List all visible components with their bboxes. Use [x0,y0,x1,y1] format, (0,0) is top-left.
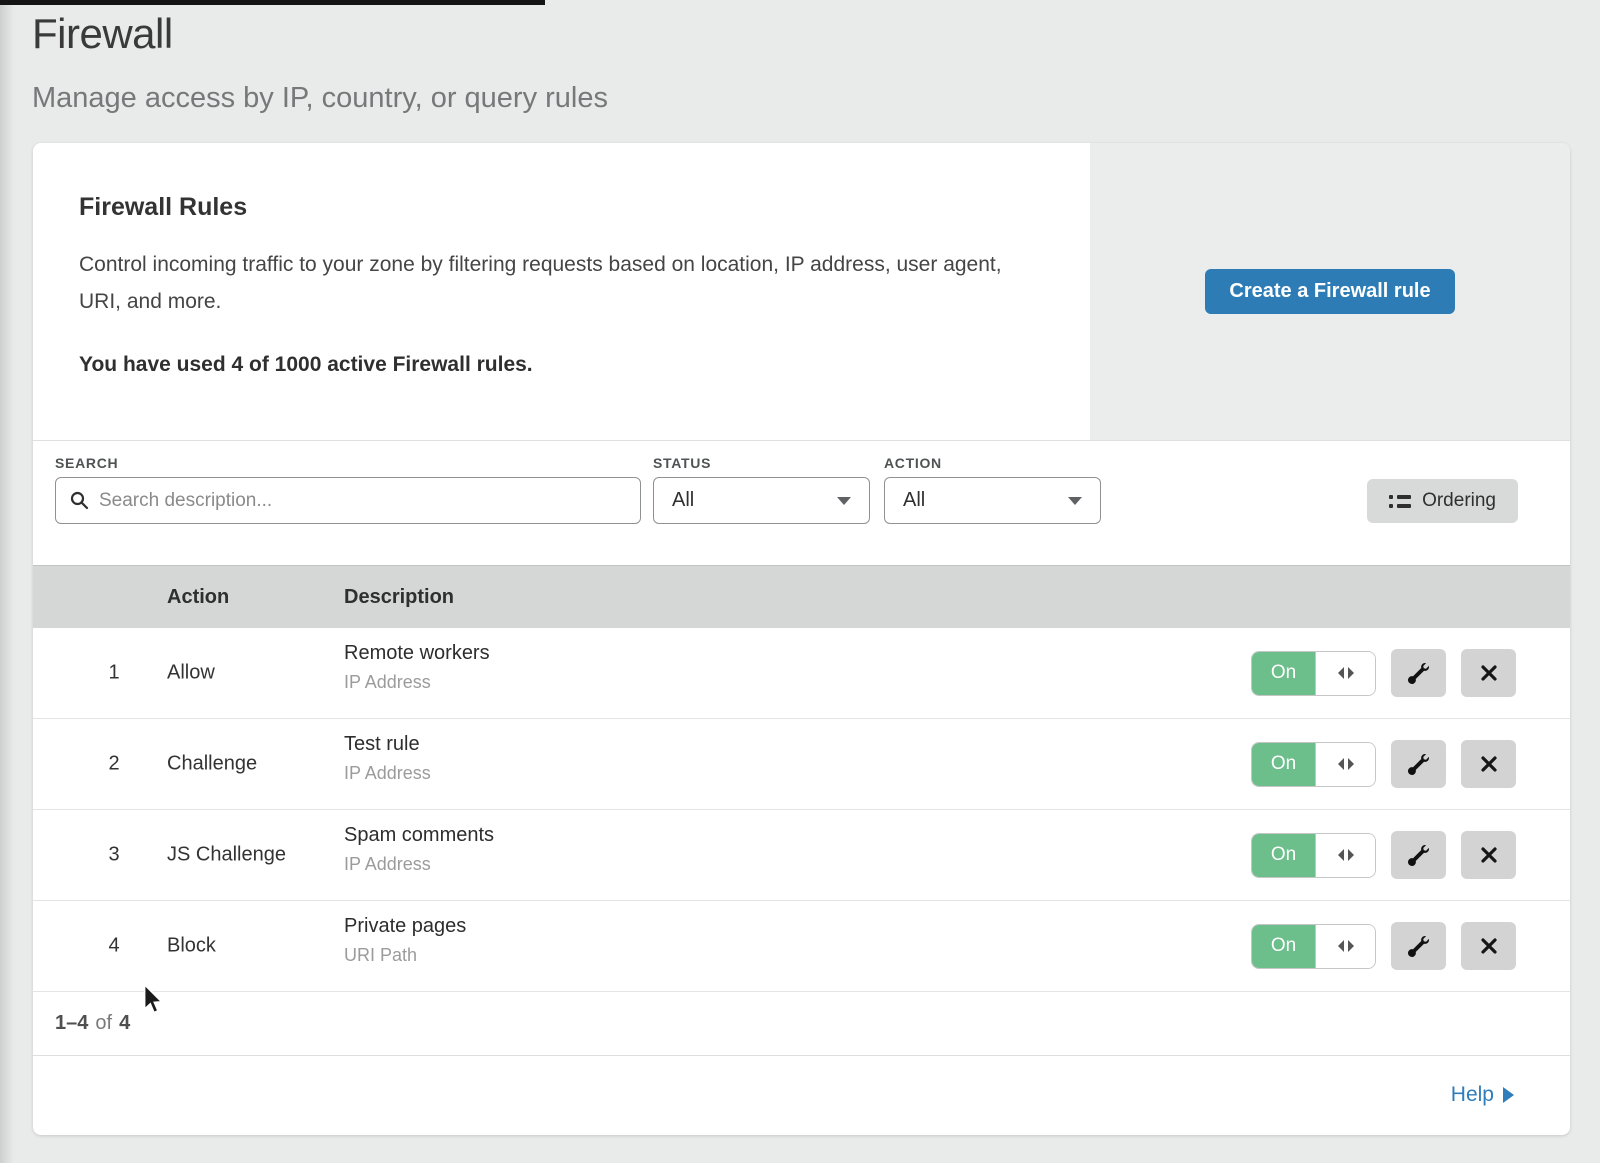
rule-description-title: Test rule [344,733,431,756]
rule-description: Test rule IP Address [344,733,431,784]
rules-heading: Firewall Rules [79,193,1050,222]
wrench-icon [1408,845,1429,866]
row-controls: On [1251,922,1516,970]
edit-rule-button[interactable] [1391,649,1446,697]
ordering-button-label: Ordering [1422,490,1496,512]
table-row: 2 Challenge Test rule IP Address On [33,719,1570,810]
action-selected-value: All [903,489,925,512]
window-edge-top [0,0,545,5]
delete-rule-button[interactable] [1461,922,1516,970]
x-icon [1480,937,1498,955]
ordering-button[interactable]: Ordering [1367,479,1518,523]
row-controls: On [1251,649,1516,697]
left-right-arrows-icon [1315,834,1375,877]
edit-rule-button[interactable] [1391,831,1446,879]
table-header: Action Description [33,565,1570,628]
help-link-label: Help [1451,1083,1494,1107]
column-header-description: Description [344,586,454,609]
list-icon [1389,495,1411,508]
rule-field-type: IP Address [344,763,431,784]
page-subtitle: Manage access by IP, country, or query r… [32,82,1600,115]
caret-down-icon [1068,497,1082,505]
table-row: 3 JS Challenge Spam comments IP Address … [33,810,1570,901]
search-box[interactable] [55,477,641,524]
right-triangle-icon [1503,1087,1514,1103]
column-header-action: Action [167,586,229,609]
rules-intro-text: Firewall Rules Control incoming traffic … [33,143,1090,440]
rules-intro-section: Firewall Rules Control incoming traffic … [33,143,1570,441]
page-title: Firewall [32,10,1600,58]
rule-description: Spam comments IP Address [344,824,494,875]
toggle-on-label: On [1252,743,1315,786]
wrench-icon [1408,936,1429,957]
toggle-on-label: On [1252,652,1315,695]
toggle-on-label: On [1252,925,1315,968]
rule-description-title: Private pages [344,915,466,938]
rule-description: Private pages URI Path [344,915,466,966]
delete-rule-button[interactable] [1461,831,1516,879]
delete-rule-button[interactable] [1461,649,1516,697]
create-firewall-rule-button[interactable]: Create a Firewall rule [1205,269,1454,314]
action-select[interactable]: All [884,477,1101,524]
rules-description: Control incoming traffic to your zone by… [79,246,1024,320]
status-label: STATUS [653,455,711,471]
left-right-arrows-icon [1315,925,1375,968]
pagination-total: 4 [119,1012,130,1035]
row-controls: On [1251,831,1516,879]
rule-enabled-toggle[interactable]: On [1251,833,1376,878]
firewall-rules-card: Firewall Rules Control incoming traffic … [33,143,1570,1135]
help-link[interactable]: Help [1451,1083,1514,1107]
caret-down-icon [837,497,851,505]
search-input[interactable] [99,490,626,512]
wrench-icon [1408,663,1429,684]
rule-field-type: URI Path [344,945,466,966]
rule-priority: 1 [99,662,129,685]
rule-action: Block [167,935,216,958]
rule-priority: 4 [99,935,129,958]
toggle-on-label: On [1252,834,1315,877]
rules-usage-note: You have used 4 of 1000 active Firewall … [79,353,1050,377]
filters-bar: SEARCH STATUS All ACTION All Ordering [33,441,1570,565]
delete-rule-button[interactable] [1461,740,1516,788]
edit-rule-button[interactable] [1391,740,1446,788]
action-label: ACTION [884,455,942,471]
card-footer: Help [33,1055,1570,1133]
rule-action: Allow [167,662,215,685]
rule-field-type: IP Address [344,854,494,875]
rule-field-type: IP Address [344,672,490,693]
left-right-arrows-icon [1315,743,1375,786]
row-controls: On [1251,740,1516,788]
window-edge-left [0,0,14,1163]
rule-description: Remote workers IP Address [344,642,490,693]
rule-enabled-toggle[interactable]: On [1251,924,1376,969]
rule-priority: 3 [99,844,129,867]
pagination-range: 1–4 [55,1012,88,1035]
status-select[interactable]: All [653,477,870,524]
search-icon [70,491,89,510]
search-label: SEARCH [55,455,118,471]
rule-action: JS Challenge [167,844,286,867]
rule-enabled-toggle[interactable]: On [1251,651,1376,696]
create-rule-panel: Create a Firewall rule [1090,143,1570,440]
wrench-icon [1408,754,1429,775]
pagination-bar: 1–4 of 4 [33,992,1570,1055]
rule-description-title: Spam comments [344,824,494,847]
x-icon [1480,846,1498,864]
page-header: Firewall Manage access by IP, country, o… [0,0,1600,115]
x-icon [1480,664,1498,682]
rule-priority: 2 [99,753,129,776]
left-right-arrows-icon [1315,652,1375,695]
table-row: 1 Allow Remote workers IP Address On [33,628,1570,719]
rule-description-title: Remote workers [344,642,490,665]
rule-enabled-toggle[interactable]: On [1251,742,1376,787]
status-selected-value: All [672,489,694,512]
rule-action: Challenge [167,753,257,776]
x-icon [1480,755,1498,773]
edit-rule-button[interactable] [1391,922,1446,970]
pagination-of: of [95,1012,112,1035]
table-row: 4 Block Private pages URI Path On [33,901,1570,992]
